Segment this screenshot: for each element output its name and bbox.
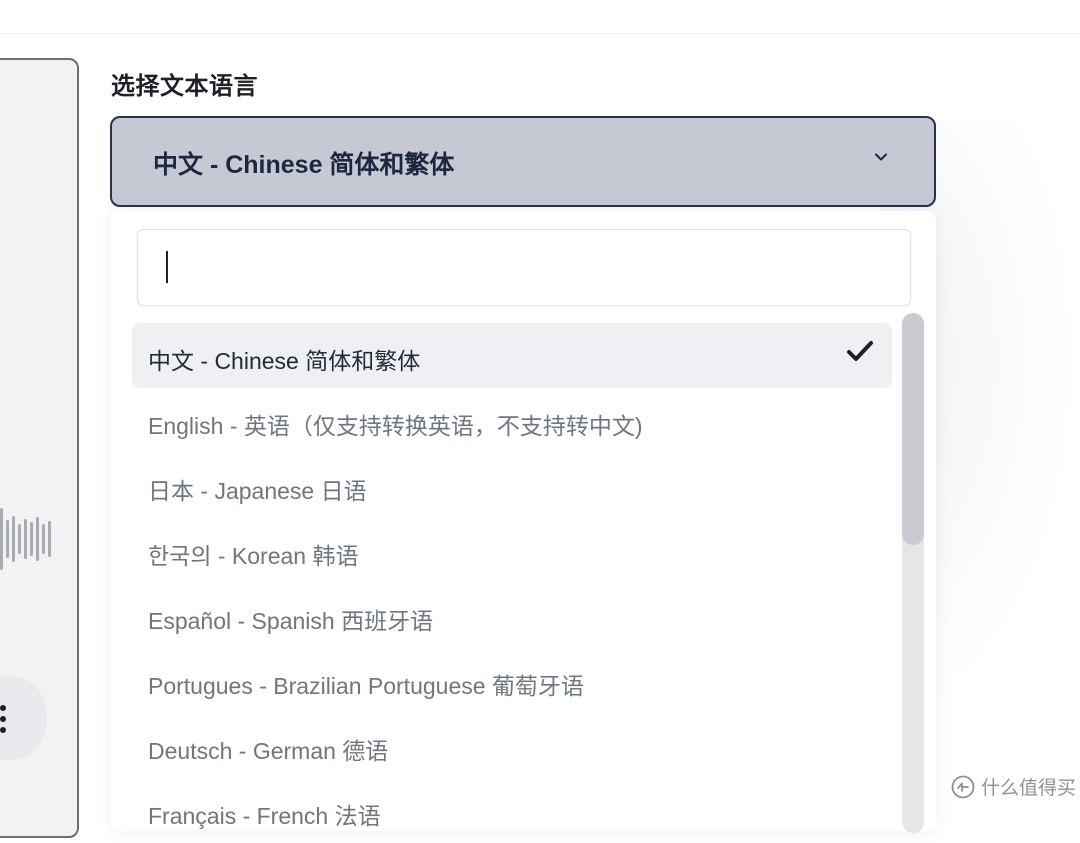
language-option[interactable]: Deutsch - German 德语	[132, 713, 892, 778]
language-option[interactable]: Portugues - Brazilian Portuguese 葡萄牙语	[132, 648, 892, 713]
waveform-icon[interactable]	[0, 508, 51, 570]
more-icon[interactable]	[0, 705, 6, 733]
language-option-label: 中文 - Chinese 简体和繁体	[148, 348, 421, 374]
language-option[interactable]: 한국의 - Korean 韩语	[132, 518, 892, 583]
language-dropdown: 中文 - Chinese 简体和繁体 English - 英语（仅支持转换英语，不…	[111, 211, 936, 833]
language-select-label: 选择文本语言	[111, 73, 258, 100]
check-icon	[847, 341, 873, 361]
scrollbar-thumb[interactable]	[902, 313, 924, 545]
language-option-label: English - 英语（仅支持转换英语，不支持转中文)	[148, 413, 643, 439]
language-option-label: 日本 - Japanese 日语	[148, 478, 367, 504]
language-option[interactable]: Español - Spanish 西班牙语	[132, 583, 892, 648]
dropdown-scrollbar[interactable]	[902, 313, 924, 833]
language-option-label: Français - French 法语	[148, 803, 381, 829]
language-option[interactable]: 中文 - Chinese 简体和繁体	[132, 323, 892, 388]
chevron-down-icon[interactable]	[874, 150, 888, 164]
language-option-label: Deutsch - German 德语	[148, 738, 389, 764]
smzdm-logo-icon	[951, 775, 975, 798]
selected-language-value: 中文 - Chinese 简体和繁体	[153, 151, 455, 179]
language-option-list: 中文 - Chinese 简体和繁体 English - 英语（仅支持转换英语，不…	[132, 323, 892, 843]
watermark: 什么值得买	[951, 773, 1076, 800]
language-option-label: Portugues - Brazilian Portuguese 葡萄牙语	[148, 673, 584, 699]
language-select[interactable]: 中文 - Chinese 简体和繁体	[110, 116, 936, 207]
language-option[interactable]: 日本 - Japanese 日语	[132, 453, 892, 518]
watermark-text: 什么值得买	[981, 778, 1077, 799]
language-option[interactable]: English - 英语（仅支持转换英语，不支持转中文)	[132, 388, 892, 453]
language-search-input[interactable]	[137, 229, 911, 306]
top-divider	[0, 33, 1080, 34]
language-option-label: Español - Spanish 西班牙语	[148, 608, 434, 634]
language-option-label: 한국의 - Korean 韩语	[148, 543, 359, 569]
text-caret	[166, 251, 168, 283]
